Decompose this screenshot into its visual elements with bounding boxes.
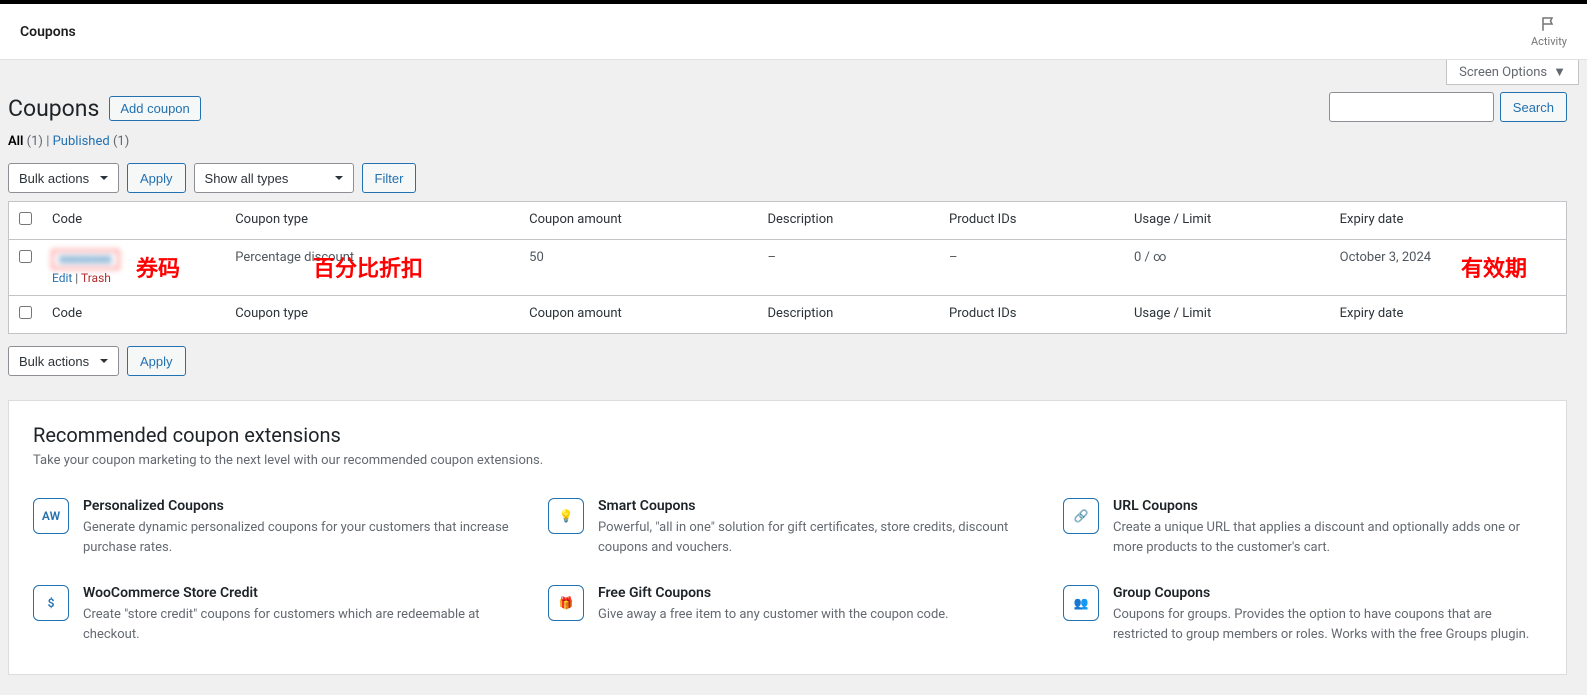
extension-card[interactable]: 🔗 URL Coupons Create a unique URL that app… [1063,498,1542,557]
screen-options-label: Screen Options [1459,65,1547,80]
view-filters: All (1) | Published (1) Search [8,134,1567,149]
screen-options-button[interactable]: Screen Options ▼ [1446,60,1579,85]
extension-title: Personalized Coupons [83,498,512,514]
cell-expiry: October 3, 2024 [1330,240,1567,296]
apply-bulk-button[interactable]: Apply [127,163,186,193]
apply-bulk-button-bottom[interactable]: Apply [127,346,186,376]
coupon-code-link[interactable]: xxxxxxxx [52,250,119,269]
top-bar: Coupons Activity [0,4,1587,60]
extension-title: Smart Coupons [598,498,1027,514]
extension-card[interactable]: 🎁 Free Gift Coupons Give away a free item … [548,585,1027,644]
col-pids[interactable]: Product IDs [939,202,1124,240]
extension-icon: 🎁 [548,585,584,621]
col-code[interactable]: Code [42,202,225,240]
extension-icon: AW [33,498,69,534]
search-input[interactable] [1329,92,1494,122]
row-checkbox[interactable] [19,250,32,263]
extension-icon: 💡 [548,498,584,534]
extension-desc: Give away a free item to any customer wi… [598,605,949,625]
recommended-extensions: Recommended coupon extensions Take your … [8,400,1567,675]
bulk-actions-select[interactable]: Bulk actions [8,163,119,193]
extension-icon: 🔗 [1063,498,1099,534]
filter-button[interactable]: Filter [362,163,417,193]
col-expiry[interactable]: Expiry date [1330,202,1567,240]
extension-title: WooCommerce Store Credit [83,585,512,601]
annotation-code: 券码 [136,251,180,283]
cell-amount: 50 [519,240,757,296]
topbar-title: Coupons [20,24,76,40]
cell-desc: – [757,240,939,296]
extension-icon: 👥 [1063,585,1099,621]
extension-desc: Create a unique URL that applies a disco… [1113,518,1542,557]
extension-desc: Coupons for groups. Provides the option … [1113,605,1542,644]
extension-desc: Generate dynamic personalized coupons fo… [83,518,512,557]
filter-published[interactable]: Published [53,134,110,149]
table-row: xxxxxxxx Edit | Trash Percentage discoun… [9,240,1567,296]
cell-usage: 0 / ∞ [1124,240,1330,296]
extension-desc: Create "store credit" coupons for custom… [83,605,512,644]
extension-card[interactable]: $ WooCommerce Store Credit Create "store c… [33,585,512,644]
bulk-actions-select-bottom[interactable]: Bulk actions [8,346,119,376]
coupon-type-filter[interactable]: Show all types [194,163,354,193]
chevron-down-icon: ▼ [1553,64,1566,80]
extension-title: Group Coupons [1113,585,1542,601]
annotation-type: 百分比折扣 [313,251,423,283]
extension-card[interactable]: 💡 Smart Coupons Powerful, "all in one" sol… [548,498,1027,557]
extension-title: Free Gift Coupons [598,585,949,601]
col-amount[interactable]: Coupon amount [519,202,757,240]
extension-title: URL Coupons [1113,498,1542,514]
extension-desc: Powerful, "all in one" solution for gift… [598,518,1027,557]
extension-card[interactable]: 👥 Group Coupons Coupons for groups. Provid… [1063,585,1542,644]
recommend-title: Recommended coupon extensions [33,423,1542,447]
cell-pids: – [939,240,1124,296]
recommend-subtitle: Take your coupon marketing to the next l… [33,453,1542,468]
col-usage[interactable]: Usage / Limit [1124,202,1330,240]
col-type[interactable]: Coupon type [225,202,519,240]
page-title: Coupons [8,95,99,122]
trash-link[interactable]: Trash [81,271,111,285]
activity-button[interactable]: Activity [1531,15,1567,48]
select-all-checkbox-bottom[interactable] [19,306,32,319]
add-coupon-button[interactable]: Add coupon [109,96,200,121]
coupons-table: Code Coupon type Coupon amount Descripti… [8,201,1567,334]
activity-label: Activity [1531,35,1567,48]
filter-all[interactable]: All [8,134,23,149]
edit-link[interactable]: Edit [52,271,72,285]
annotation-expiry: 有效期 [1461,251,1527,283]
search-button[interactable]: Search [1500,92,1567,122]
extension-card[interactable]: AW Personalized Coupons Generate dynamic p… [33,498,512,557]
flag-icon [1540,15,1558,33]
extension-icon: $ [33,585,69,621]
col-desc[interactable]: Description [757,202,939,240]
select-all-checkbox[interactable] [19,212,32,225]
